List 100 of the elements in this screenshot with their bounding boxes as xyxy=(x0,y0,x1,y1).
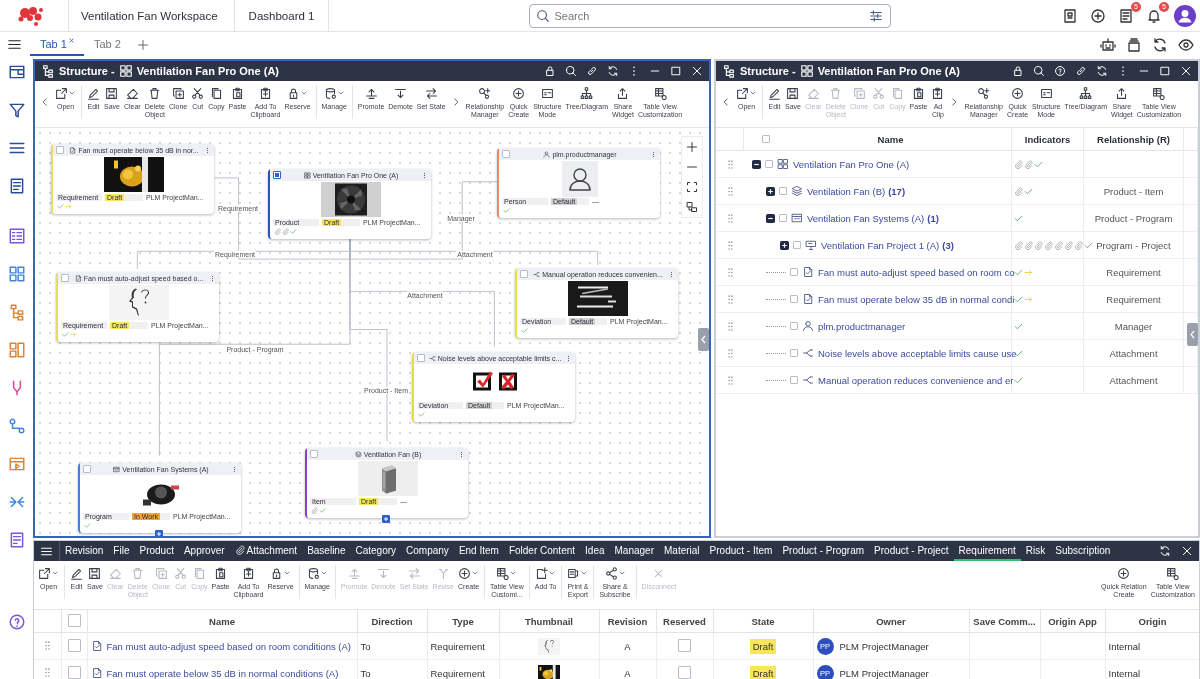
user-avatar[interactable] xyxy=(1174,4,1196,27)
tab[interactable]: Tab 1 xyxy=(30,33,84,56)
more-icon[interactable] xyxy=(458,450,465,458)
refresh-icon[interactable] xyxy=(1159,545,1171,557)
help-icon[interactable] xyxy=(7,613,26,631)
relation-tab[interactable]: Manager xyxy=(609,541,659,561)
relation-tab[interactable]: End Item xyxy=(453,541,504,561)
chevron-left-icon[interactable] xyxy=(721,97,731,107)
blocks-icon[interactable] xyxy=(7,341,26,359)
relation-tab[interactable]: Category xyxy=(350,541,402,561)
relation-tab[interactable]: Revision xyxy=(60,541,109,561)
checkbox[interactable] xyxy=(56,146,64,154)
window-icon[interactable] xyxy=(7,63,26,81)
collapse-icon[interactable] xyxy=(752,159,761,169)
row-checkbox[interactable] xyxy=(790,322,798,330)
expand-icon[interactable] xyxy=(780,240,789,250)
fit-screen-icon[interactable] xyxy=(686,181,698,193)
relation-tab[interactable]: Subscription xyxy=(1050,541,1116,561)
logo-icon[interactable] xyxy=(16,4,46,27)
item-link[interactable]: Ventilation Fan Pro One (A) xyxy=(793,158,910,170)
lock-icon[interactable] xyxy=(1012,65,1024,77)
zoom-in-icon[interactable] xyxy=(686,141,698,153)
relation-tab[interactable]: Company xyxy=(401,541,454,561)
filter-icon[interactable] xyxy=(7,101,26,119)
relation-tab[interactable]: Product - Project xyxy=(869,541,954,561)
robot-icon[interactable] xyxy=(1100,36,1116,53)
row-checkbox[interactable] xyxy=(790,376,798,384)
relation-tab[interactable]: File xyxy=(108,541,135,561)
row-checkbox[interactable] xyxy=(765,160,773,168)
tab[interactable]: Tab 2 xyxy=(83,33,131,56)
item-link[interactable]: Fan must operate below 35 dB in normal condi xyxy=(818,293,1015,305)
checkbox[interactable] xyxy=(83,465,91,473)
link-icon[interactable] xyxy=(586,65,598,77)
link-icon[interactable] xyxy=(1075,65,1087,77)
row-checkbox[interactable] xyxy=(67,638,81,652)
item-link[interactable]: Ventilation Fan Systems (A) xyxy=(807,212,925,224)
workspace-title[interactable]: Ventilation Fan Workspace xyxy=(69,9,234,22)
chevron-left-icon[interactable] xyxy=(40,97,50,107)
checkbox[interactable] xyxy=(520,270,528,278)
more-icon[interactable] xyxy=(565,354,572,362)
refresh-icon[interactable] xyxy=(607,65,619,77)
refresh-icon[interactable] xyxy=(1152,36,1168,53)
bell-icon[interactable] xyxy=(1146,7,1162,24)
stack-icon[interactable] xyxy=(1126,36,1142,53)
more-icon[interactable] xyxy=(421,171,428,179)
form-icon[interactable] xyxy=(7,227,26,245)
row-checkbox[interactable] xyxy=(793,241,801,249)
expand-icon[interactable] xyxy=(766,186,775,196)
relation-tab[interactable]: Baseline xyxy=(302,541,351,561)
more-icon[interactable] xyxy=(668,270,675,278)
row-checkbox[interactable] xyxy=(790,268,798,276)
maximize-icon[interactable] xyxy=(1159,65,1171,77)
item-link[interactable]: Ventilation Fan Project 1 (A) xyxy=(821,239,940,251)
select-all-checkbox[interactable] xyxy=(762,135,770,143)
more-icon[interactable] xyxy=(204,146,211,154)
checkbox[interactable] xyxy=(502,150,510,158)
row-checkbox[interactable] xyxy=(779,214,787,222)
item-link[interactable]: Manual operation reduces convenience and er xyxy=(818,374,1014,386)
search-field[interactable]: Search xyxy=(529,3,892,28)
layout-icon[interactable] xyxy=(686,201,698,213)
task-list-icon[interactable] xyxy=(1118,7,1134,24)
checkbox[interactable] xyxy=(310,450,318,458)
more-icon[interactable] xyxy=(209,274,216,282)
menu-icon[interactable] xyxy=(7,37,22,52)
relation-tab[interactable]: Approver xyxy=(178,541,230,561)
help-icon[interactable] xyxy=(1054,65,1066,77)
item-link[interactable]: plm.productmanager xyxy=(818,320,906,332)
item-link[interactable]: Fan must operate below 35 dB in normal conditions (A) xyxy=(106,667,339,679)
panel-handle[interactable] xyxy=(1187,323,1198,346)
refresh-icon[interactable] xyxy=(1096,65,1108,77)
eye-icon[interactable] xyxy=(1178,36,1194,53)
relation-tab[interactable]: Folder Content xyxy=(503,541,581,561)
lock-icon[interactable] xyxy=(544,65,556,77)
relation-tab[interactable]: Requirement xyxy=(953,541,1021,561)
row-checkbox[interactable] xyxy=(790,349,798,357)
more-icon[interactable] xyxy=(231,465,238,473)
relation-tab[interactable]: Idea xyxy=(580,541,610,561)
item-link[interactable]: Fan must auto-adjust speed based on room co xyxy=(818,266,1015,278)
nodes-icon[interactable] xyxy=(7,417,26,435)
maximize-icon[interactable] xyxy=(670,65,682,77)
search-icon[interactable] xyxy=(1033,65,1045,77)
more-icon[interactable] xyxy=(650,150,657,158)
panel-handle[interactable] xyxy=(698,328,709,351)
add-icon[interactable] xyxy=(1090,7,1106,24)
relation-tab[interactable]: Product - Program xyxy=(777,541,870,561)
relation-tab[interactable]: Material xyxy=(659,541,705,561)
row-checkbox[interactable] xyxy=(779,187,787,195)
item-link[interactable]: Noise levels above acceptable limits cause use xyxy=(818,347,1017,359)
media-icon[interactable] xyxy=(7,455,26,473)
add-tab-icon[interactable] xyxy=(136,38,149,51)
relation-tab[interactable]: Attachment xyxy=(229,541,303,561)
row-checkbox[interactable] xyxy=(67,665,81,679)
dashboard-title[interactable]: Dashboard 1 xyxy=(234,9,329,22)
item-link[interactable]: Ventilation Fan (B) xyxy=(807,185,886,197)
search-icon[interactable] xyxy=(565,65,577,77)
collapse-icon[interactable] xyxy=(766,213,775,223)
row-checkbox[interactable] xyxy=(790,295,798,303)
checkbox[interactable] xyxy=(273,171,281,179)
table-icon[interactable] xyxy=(7,265,26,283)
relation-tab[interactable]: Product xyxy=(134,541,179,561)
